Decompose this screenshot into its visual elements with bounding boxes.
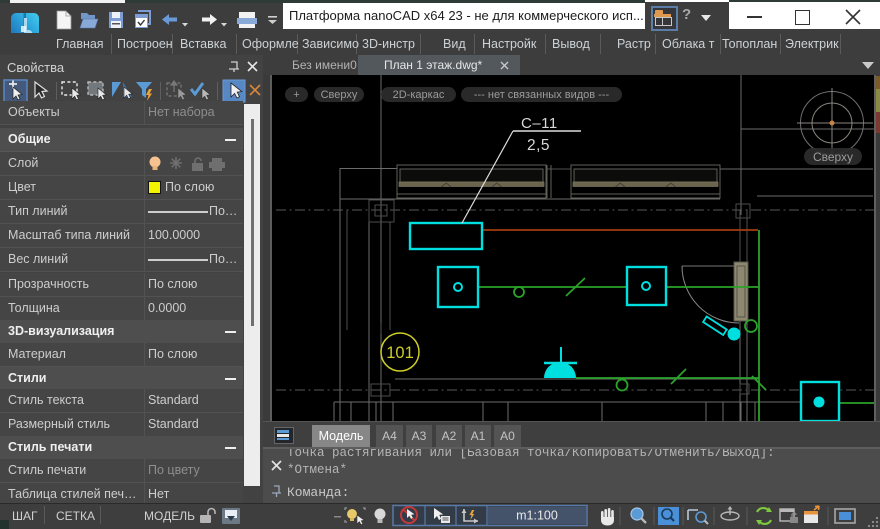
svg-text:101: 101: [386, 344, 414, 362]
svg-text:С–11: С–11: [521, 115, 558, 132]
svg-text:Сверху: Сверху: [321, 89, 358, 101]
svg-text:Сверху: Сверху: [813, 150, 853, 164]
svg-text:--- нет связанных видов ---: --- нет связанных видов ---: [474, 89, 610, 101]
svg-text:m1:100: m1:100: [516, 509, 558, 523]
svg-text:2,5: 2,5: [527, 137, 550, 154]
svg-text:2D-каркас: 2D-каркас: [393, 89, 445, 101]
svg-text:+: +: [293, 89, 299, 101]
